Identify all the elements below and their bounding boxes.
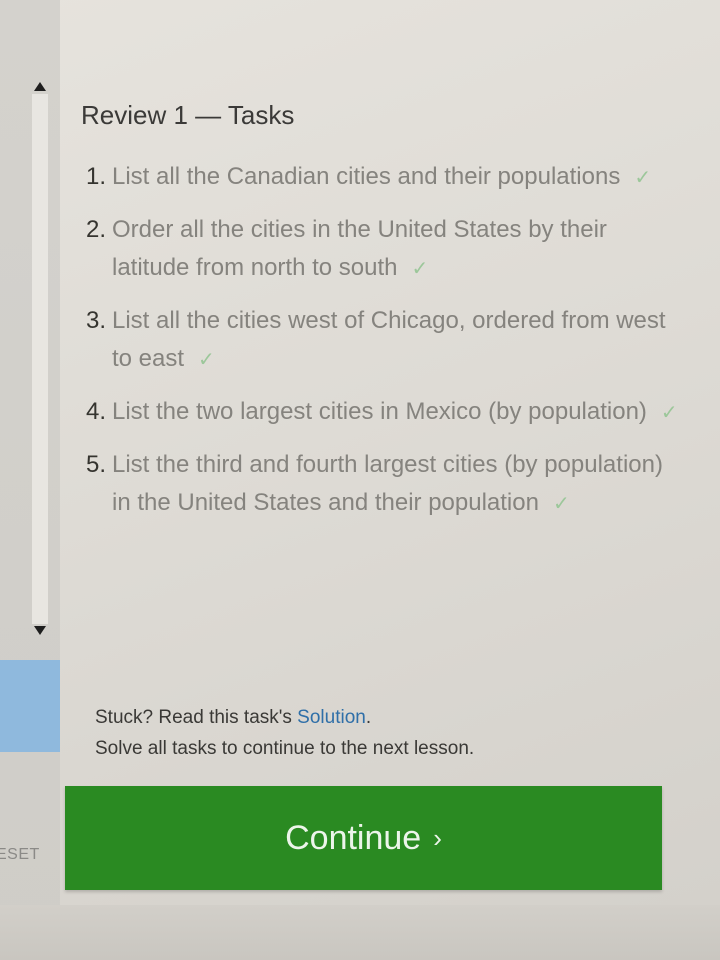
task-item: 3. List all the cities west of Chicago, … xyxy=(86,302,686,379)
screen: ESET Review 1 — Tasks 1. List all the Ca… xyxy=(0,0,720,960)
help-line-2: Solve all tasks to continue to the next … xyxy=(95,738,475,759)
continue-button[interactable]: Continue › xyxy=(65,786,662,890)
task-number: 4. xyxy=(86,398,107,425)
scroll-down-icon[interactable] xyxy=(34,626,46,635)
task-text: Order all the cities in the United State… xyxy=(112,216,607,281)
screen-bezel xyxy=(0,905,720,960)
task-text: List the third and fourth largest cities… xyxy=(112,451,663,516)
task-item: 2. Order all the cities in the United St… xyxy=(86,211,686,288)
help-suffix: . xyxy=(365,707,372,728)
reset-button[interactable]: ESET xyxy=(0,846,40,864)
task-number: 2. xyxy=(86,216,107,243)
scrollbar-track[interactable] xyxy=(32,94,48,624)
scrollbar[interactable] xyxy=(28,78,52,650)
task-number: 1. xyxy=(86,163,107,190)
panel-title: Review 1 — Tasks xyxy=(81,100,295,130)
task-text: List the two largest cities in Mexico (b… xyxy=(112,398,647,425)
tasks-panel: Review 1 — Tasks 1. List all the Canadia… xyxy=(60,0,720,960)
check-icon: ✓ xyxy=(552,493,570,515)
task-number: 5. xyxy=(86,451,107,478)
editor-selection-highlight xyxy=(0,660,60,752)
task-item: 5. List the third and fourth largest cit… xyxy=(86,446,686,523)
task-number: 3. xyxy=(86,307,107,334)
help-text: Stuck? Read this task's Solution. Solve … xyxy=(95,702,474,764)
task-item: 4. List the two largest cities in Mexico… xyxy=(86,393,686,432)
scroll-up-icon[interactable] xyxy=(34,82,46,91)
task-item: 1. List all the Canadian cities and thei… xyxy=(86,158,686,197)
task-text: List all the Canadian cities and their p… xyxy=(112,163,621,190)
help-prefix: Stuck? Read this task's xyxy=(95,707,298,728)
task-list: 1. List all the Canadian cities and thei… xyxy=(86,158,686,537)
check-icon: ✓ xyxy=(411,258,429,280)
help-line-1: Stuck? Read this task's Solution. xyxy=(95,702,474,733)
solution-link[interactable]: Solution xyxy=(297,707,366,728)
task-text: List all the cities west of Chicago, ord… xyxy=(112,307,666,372)
check-icon: ✓ xyxy=(198,349,215,371)
check-icon: ✓ xyxy=(660,402,678,424)
check-icon: ✓ xyxy=(634,167,652,189)
chevron-right-icon: › xyxy=(433,822,442,853)
continue-label: Continue xyxy=(285,818,422,857)
